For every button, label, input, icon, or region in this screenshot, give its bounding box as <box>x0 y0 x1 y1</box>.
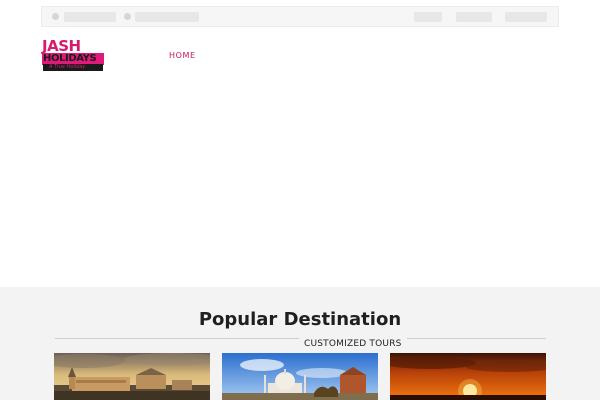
destination-image-castle <box>54 353 210 400</box>
destination-card[interactable] <box>390 353 546 400</box>
email-text[interactable] <box>135 12 199 22</box>
logo-tagline: A True Holiday <box>43 64 103 71</box>
section-title: Popular Destination <box>198 309 402 330</box>
mail-icon <box>124 13 131 20</box>
destination-card[interactable] <box>222 353 378 400</box>
destination-image-taj-mahal <box>222 353 378 400</box>
destination-card[interactable] <box>54 353 210 400</box>
logo-line1: JASH <box>42 37 81 55</box>
brand-logo[interactable]: JASH HOLIDAYS A True Holiday <box>42 37 104 71</box>
top-utility-bar <box>41 6 559 27</box>
section-subtitle: CUSTOMIZED TOURS <box>299 336 407 352</box>
popular-destination-section: Popular Destination CUSTOMIZED TOURS <box>0 287 600 400</box>
topbar-link[interactable] <box>456 12 492 22</box>
destination-image-sunset <box>390 353 546 400</box>
topbar-link[interactable] <box>414 12 442 22</box>
phone-text[interactable] <box>64 12 116 22</box>
nav-item-home[interactable]: HOME <box>169 51 196 60</box>
topbar-link[interactable] <box>505 12 547 22</box>
phone-icon <box>52 13 59 20</box>
